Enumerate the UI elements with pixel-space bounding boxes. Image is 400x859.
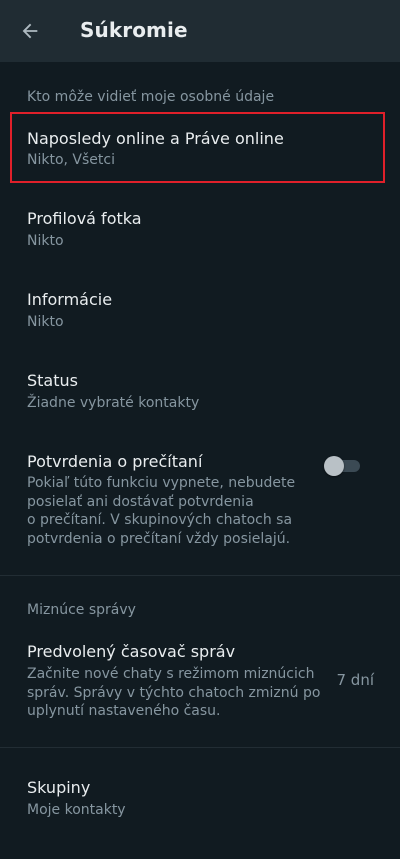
default-timer-description-line: Začnite nové chaty s režimom miznúcich — [27, 666, 315, 682]
default-timer-title: Predvolený časovač správ — [27, 642, 236, 661]
profile-photo-title: Profilová fotka — [27, 209, 142, 228]
groups-item[interactable]: Skupiny Moje kontakty — [0, 762, 400, 833]
status-subtitle: Žiadne vybraté kontakty — [27, 395, 200, 411]
profile-photo-subtitle: Nikto — [27, 233, 64, 249]
section-divider — [0, 747, 400, 748]
default-timer-description: Začnite nové chaty s režimom miznúcich s… — [27, 665, 327, 721]
default-timer-description-line: správ. Správy v týchto chatoch zmiznú po — [27, 684, 321, 701]
read-receipts-description: Pokiaľ túto funkciu vypnete, nebudete po… — [27, 474, 317, 548]
read-receipts-description-line: posielať ani dostávať potvrdenia — [27, 493, 254, 510]
last-seen-subtitle: Nikto, Všetci — [27, 152, 115, 168]
about-subtitle: Nikto — [27, 314, 64, 330]
last-seen-online-item[interactable]: Naposledy online a Práve online Nikto, V… — [0, 112, 400, 183]
read-receipts-description-line: potvrdenia o prečítaní vždy posielajú. — [27, 530, 291, 547]
read-receipts-description-line: o prečítaní. V skupinových chatoch sa — [27, 512, 293, 528]
read-receipts-toggle[interactable] — [324, 456, 362, 476]
app-bar: Súkromie — [0, 0, 400, 62]
last-seen-title: Naposledy online a Práve online — [27, 129, 284, 148]
default-message-timer-item[interactable]: Predvolený časovač správ Začnite nové ch… — [0, 626, 400, 732]
default-timer-description-line: uplynutí nastaveného času. — [27, 703, 221, 719]
arrow-left-icon — [22, 23, 38, 39]
read-receipts-title: Potvrdenia o prečítaní — [27, 452, 203, 471]
default-timer-value: 7 dní — [336, 671, 374, 689]
section-header-personal-info: Kto môže vidieť moje osobné údaje — [27, 89, 275, 105]
back-button[interactable] — [14, 15, 46, 47]
privacy-screen: Súkromie Kto môže vidieť moje osobné úda… — [0, 0, 400, 859]
groups-title: Skupiny — [27, 778, 91, 797]
read-receipts-item[interactable]: Potvrdenia o prečítaní Pokiaľ túto funkc… — [0, 436, 400, 558]
status-title: Status — [27, 371, 78, 390]
read-receipts-description-line: Pokiaľ túto funkciu vypnete, nebudete — [27, 475, 296, 491]
page-title: Súkromie — [80, 18, 188, 42]
section-header-disappearing: Miznúce správy — [27, 602, 136, 618]
groups-subtitle: Moje kontakty — [27, 802, 126, 818]
about-title: Informácie — [27, 290, 113, 309]
section-divider — [0, 575, 400, 576]
status-item[interactable]: Status Žiadne vybraté kontakty — [0, 355, 400, 426]
about-item[interactable]: Informácie Nikto — [0, 274, 400, 345]
toggle-thumb — [324, 456, 344, 476]
profile-photo-item[interactable]: Profilová fotka Nikto — [0, 193, 400, 264]
